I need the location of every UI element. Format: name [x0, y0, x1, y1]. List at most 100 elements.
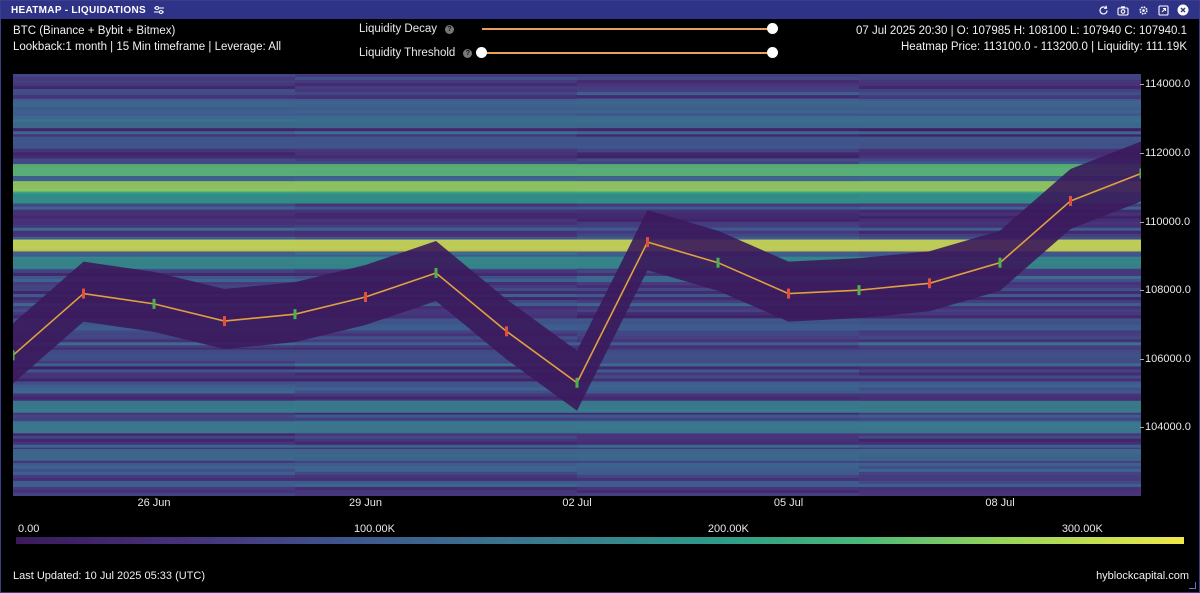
- liquidity-band: [13, 191, 1141, 204]
- price-candle: [928, 278, 931, 289]
- heatmap-cell: [859, 393, 1141, 398]
- heatmap-cell: [577, 438, 860, 443]
- heatmap-cell: [577, 387, 860, 391]
- resize-handle[interactable]: [1189, 582, 1196, 589]
- refresh-icon[interactable]: [1097, 4, 1109, 16]
- heatmap-cell: [13, 462, 296, 467]
- heatmap-cell: [577, 492, 860, 496]
- threshold-slider-track[interactable]: [482, 52, 772, 54]
- heatmap-cell: [295, 390, 578, 395]
- heatmap-cell: [295, 468, 578, 473]
- heatmap-cell: [859, 462, 1141, 467]
- heatmap-cell: [577, 89, 860, 93]
- heatmap-cell: [13, 149, 296, 153]
- heatmap-cell: [295, 477, 578, 482]
- decay-slider-track[interactable]: [482, 28, 772, 30]
- heatmap-cell: [859, 366, 1141, 370]
- heatmap-cell: [577, 483, 860, 488]
- expand-icon[interactable]: [1157, 4, 1169, 16]
- heatmap-cell: [577, 366, 860, 370]
- colorscale-tick-label: 300.00K: [1061, 523, 1103, 535]
- heatmap-cell: [295, 227, 578, 232]
- heatmap-cell: [295, 95, 578, 99]
- y-tick-label: 104000.0: [1140, 421, 1191, 434]
- gear-icon[interactable]: [1137, 4, 1149, 16]
- heatmap-cell: [13, 486, 296, 491]
- heatmap-cell: [577, 212, 860, 217]
- title-bar[interactable]: HEATMAP - LIQUIDATIONS: [1, 1, 1199, 19]
- y-tick-label: 106000.0: [1140, 352, 1191, 365]
- heatmap-cell: [577, 441, 860, 446]
- heatmap-cell: [859, 363, 1141, 367]
- heatmap-cell: [859, 83, 1141, 87]
- heatmap-cell: [859, 77, 1141, 81]
- heatmap-cell: [859, 480, 1141, 485]
- params-label: Lookback:1 month | 15 Min timeframe | Le…: [13, 41, 282, 53]
- heatmap-cell: [577, 95, 860, 99]
- heatmap-cell: [295, 414, 578, 419]
- heatmap-cell: [859, 95, 1141, 99]
- price-candle: [716, 257, 720, 268]
- heatmap-cell: [577, 77, 860, 81]
- heatmap-cell: [295, 152, 578, 156]
- symbol-info: BTC (Binance + Bybit + Bitmex) Lookback:…: [13, 23, 281, 55]
- heatmap-cell: [577, 393, 860, 398]
- heatmap-cell: [13, 158, 296, 162]
- heatmap-cell: [13, 477, 296, 482]
- symbol-label: BTC (Binance + Bybit + Bitmex): [13, 25, 176, 37]
- threshold-slider-max-handle[interactable]: [767, 47, 778, 58]
- window-title: HEATMAP - LIQUIDATIONS: [11, 4, 146, 16]
- heatmap-cell: [859, 342, 1141, 346]
- price-candle: [1069, 195, 1072, 206]
- liquidity-band: [13, 98, 1141, 111]
- heatmap-cell: [295, 155, 578, 159]
- heatmap-cell: [13, 438, 296, 443]
- heatmap-cell: [13, 206, 296, 211]
- close-icon[interactable]: [1177, 4, 1189, 16]
- heatmap-cell: [13, 212, 296, 217]
- liquidation-heatmap[interactable]: [13, 74, 1141, 496]
- liquidity-band: [13, 421, 1141, 434]
- y-tick-label: 112000.0: [1139, 146, 1191, 159]
- heatmap-cell: [295, 80, 578, 84]
- heatmap-cell: [577, 83, 860, 87]
- heatmap-cell: [13, 378, 296, 382]
- heatmap-cell: [13, 74, 296, 78]
- heatmap-cell: [13, 465, 296, 470]
- threshold-label: Liquidity Threshold: [359, 47, 456, 59]
- heatmap-cell: [577, 390, 860, 395]
- heatmap-cell: [295, 486, 578, 491]
- heatmap-cell: [859, 390, 1141, 395]
- help-icon[interactable]: ?: [444, 24, 454, 34]
- threshold-slider-handle[interactable]: [476, 47, 487, 58]
- heatmap-cell: [577, 477, 860, 482]
- liquidity-band: [13, 181, 1141, 194]
- heatmap-cell: [13, 387, 296, 391]
- price-candle: [223, 316, 226, 327]
- heatmap-cell: [577, 486, 860, 491]
- liquidity-band: [13, 448, 1141, 461]
- settings-sliders-icon[interactable]: [153, 5, 165, 15]
- heatmap-cell: [859, 315, 1141, 319]
- x-tick-label: 02 Jul: [562, 497, 592, 509]
- help-icon[interactable]: ?: [463, 48, 473, 58]
- heatmap-cell: [859, 221, 1141, 226]
- heatmap-cell: [13, 77, 296, 81]
- heatmap-cell: [13, 492, 296, 496]
- decay-slider-handle[interactable]: [767, 23, 778, 34]
- heatmap-cell: [577, 218, 860, 223]
- heatmap-cell: [859, 489, 1141, 494]
- heatmap-cell: [859, 474, 1141, 479]
- heatmap-cell: [13, 441, 296, 446]
- heatmap-cell: [13, 393, 296, 398]
- camera-icon[interactable]: [1117, 4, 1129, 16]
- heatmap-cell: [295, 176, 578, 180]
- x-axis: 26 Jun 29 Jun 02 Jul 05 Jul 08 Jul: [13, 497, 1141, 513]
- heatmap-cell: [577, 215, 860, 220]
- decay-control: Liquidity Decay ?: [359, 23, 454, 35]
- heatmap-cell: [859, 477, 1141, 482]
- heatmap-cell: [577, 384, 860, 388]
- price-info: 07 Jul 2025 20:30 | O: 107985 H: 108100 …: [856, 23, 1187, 55]
- brand-label: hyblockcapital.com: [1096, 570, 1189, 582]
- heatmap-cell: [859, 131, 1141, 135]
